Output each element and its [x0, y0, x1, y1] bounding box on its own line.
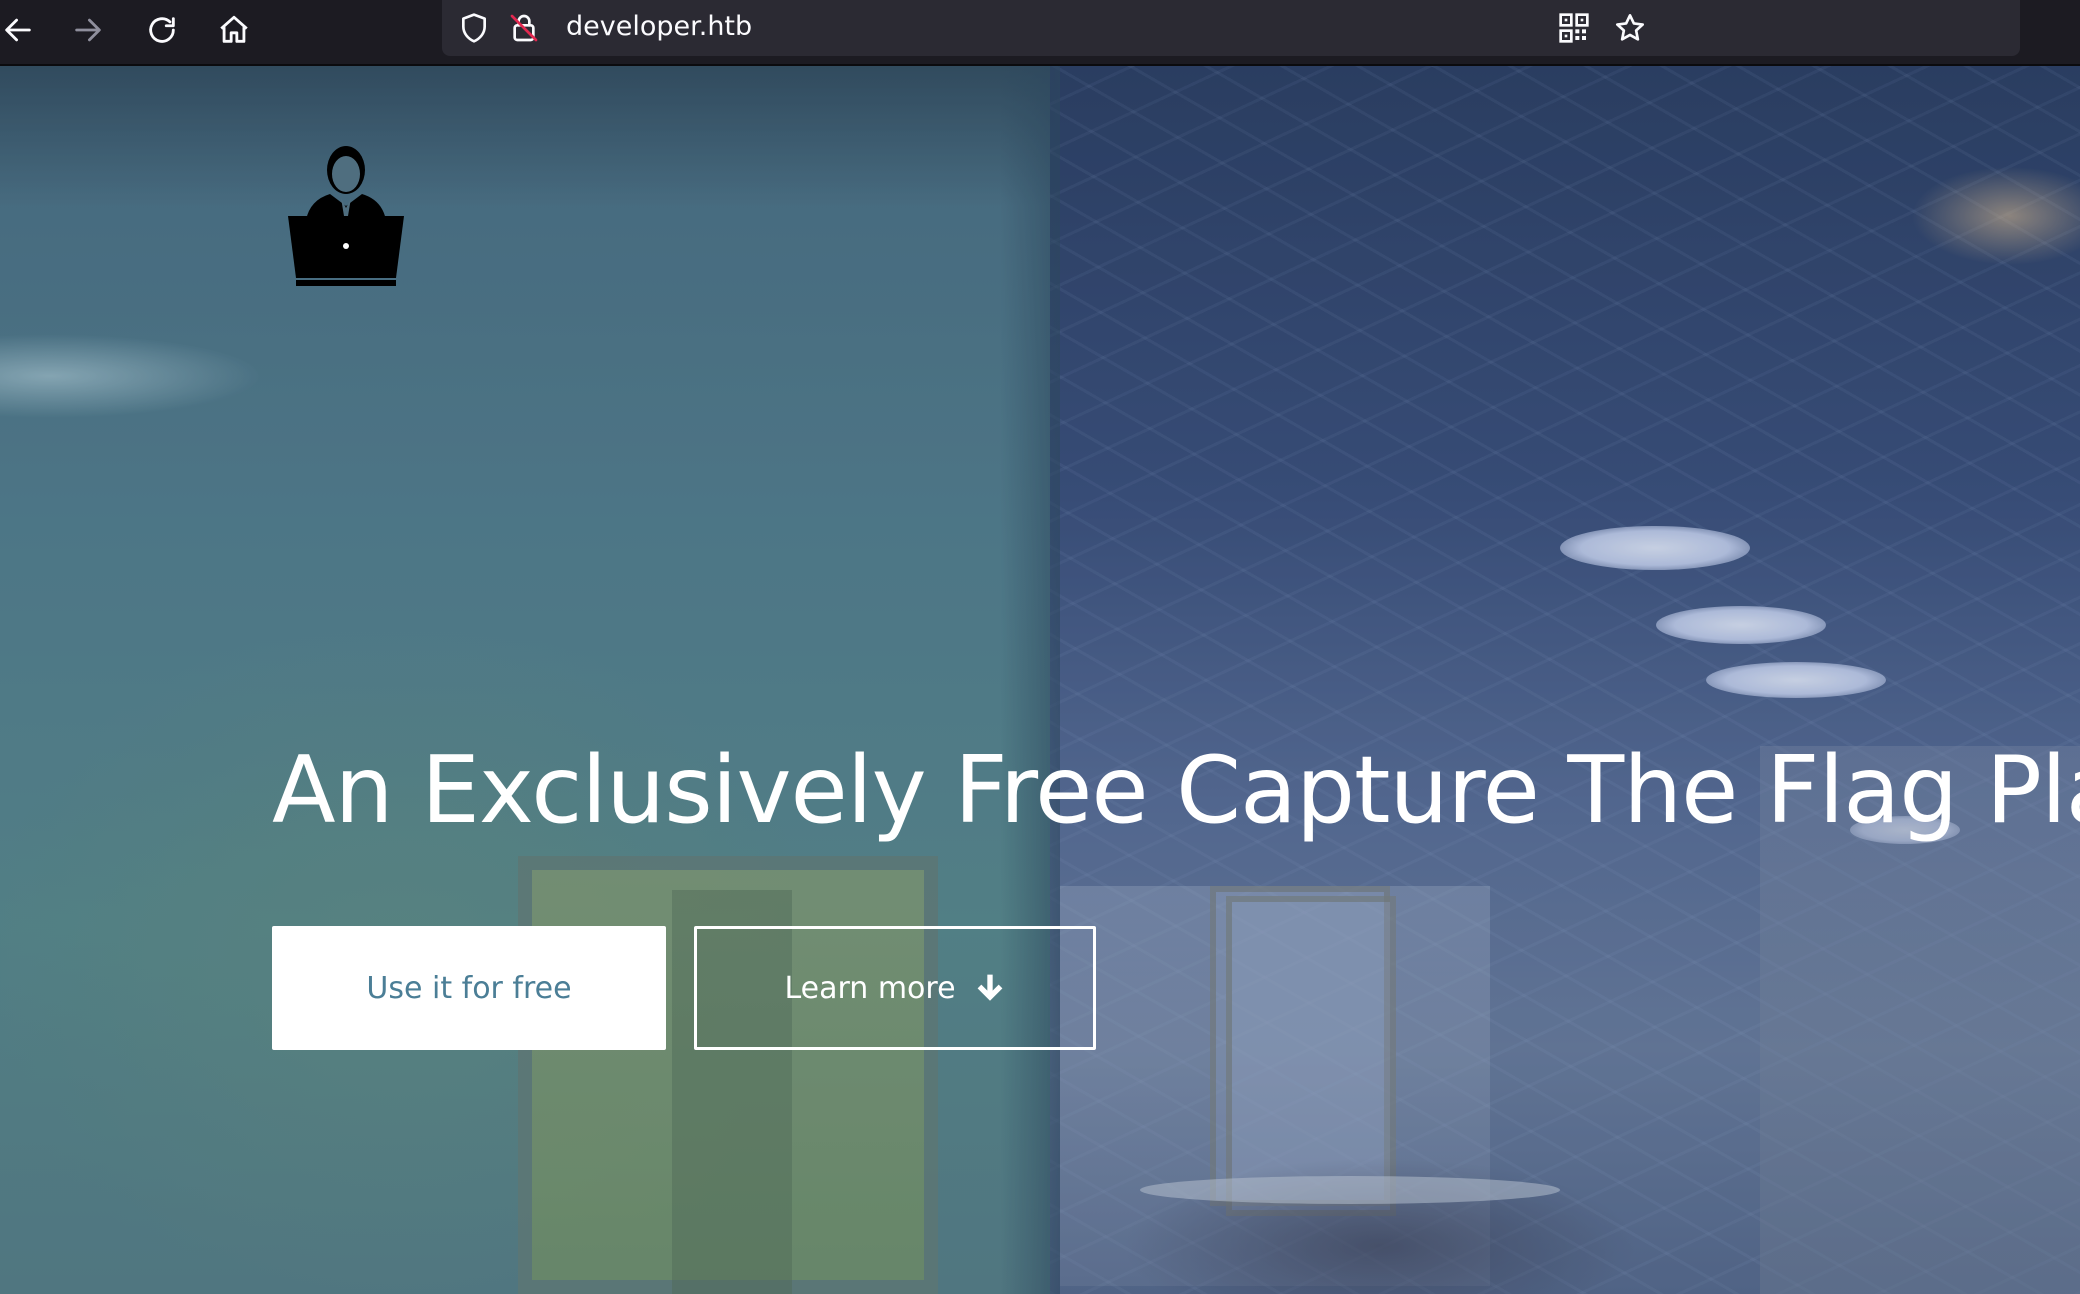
reload-icon: [149, 17, 175, 43]
reload-button[interactable]: [140, 8, 184, 52]
site-info-button[interactable]: [504, 8, 544, 48]
arrow-right-icon: [75, 18, 101, 42]
learn-more-button[interactable]: Learn more: [694, 926, 1096, 1050]
browser-toolbar: developer.htb: [0, 0, 2080, 66]
home-button[interactable]: [212, 8, 256, 52]
shield-icon: [462, 13, 486, 43]
hero-title: An Exclusively Free Capture The Flag Pla…: [272, 736, 2080, 844]
tracking-protection-button[interactable]: [454, 8, 494, 48]
arrow-left-icon: [5, 18, 31, 42]
use-it-for-free-button[interactable]: Use it for free: [272, 926, 666, 1050]
forward-button[interactable]: [66, 8, 110, 52]
url-bar[interactable]: developer.htb: [442, 0, 2020, 56]
crossed-lock-icon: [510, 14, 538, 42]
arrow-down-icon: [977, 974, 1002, 1001]
page-viewport: An Exclusively Free Capture The Flag Pla…: [0, 66, 2080, 1294]
home-icon: [220, 15, 248, 43]
back-button[interactable]: [0, 8, 40, 52]
developer-laptop-icon[interactable]: [286, 142, 406, 290]
use-it-for-free-label: Use it for free: [366, 970, 572, 1006]
learn-more-label: Learn more: [784, 970, 956, 1006]
star-icon: [1616, 13, 1644, 41]
qr-code-button[interactable]: [1554, 8, 1594, 48]
url-text[interactable]: developer.htb: [566, 0, 752, 54]
qr-code-icon: [1559, 13, 1589, 43]
bookmark-button[interactable]: [1610, 8, 1650, 48]
